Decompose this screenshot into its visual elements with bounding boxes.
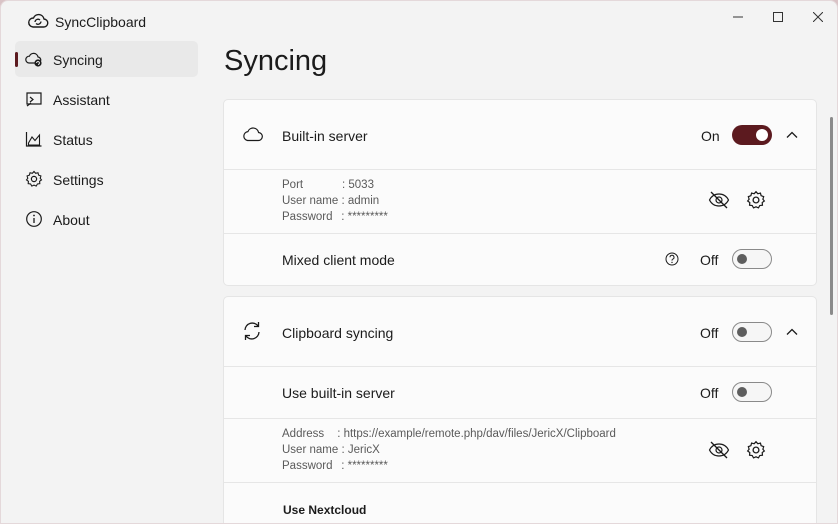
app-window: SyncClipboard Syncing Assistant Status S…	[0, 0, 838, 524]
eye-hidden-icon	[708, 441, 730, 459]
close-icon	[813, 12, 823, 22]
chevron-up-icon[interactable]	[784, 127, 800, 143]
clipboard-syncing-toggle[interactable]	[732, 322, 772, 342]
password-key: Password	[282, 211, 333, 223]
sidebar-item-label: Syncing	[53, 52, 103, 68]
gear-icon	[746, 190, 766, 209]
port-line: Port: 5033	[282, 179, 374, 191]
title-bar[interactable]: SyncClipboard	[1, 1, 837, 41]
username-line: User name : admin	[282, 195, 379, 207]
sidebar-item-settings[interactable]: Settings	[15, 161, 198, 197]
use-builtin-server-state: Off	[700, 385, 719, 401]
sidebar-item-status[interactable]: Status	[15, 121, 198, 157]
toggle-password-visibility-button[interactable]	[706, 187, 732, 213]
clipboard-syncing-label: Clipboard syncing	[282, 325, 394, 341]
address-sep: :	[334, 428, 344, 440]
mixed-client-toggle[interactable]	[732, 249, 772, 269]
address-key: Address	[282, 428, 325, 440]
clipboard-syncing-state: Off	[700, 325, 719, 341]
address-value: https://example/remote.php/dav/files/Jer…	[343, 428, 616, 440]
password-value: *********	[347, 211, 388, 223]
mixed-client-row: Mixed client mode Off	[224, 234, 816, 285]
cloud-icon	[243, 127, 263, 142]
use-nextcloud-row[interactable]: Use Nextcloud	[224, 483, 816, 523]
builtin-server-state: On	[701, 128, 720, 144]
remote-password-key: Password	[282, 460, 333, 472]
sidebar-item-about[interactable]: About	[15, 201, 198, 237]
chevron-up-icon[interactable]	[784, 324, 800, 340]
password-line: Password : *********	[282, 211, 388, 223]
toggle-remote-password-visibility-button[interactable]	[706, 437, 732, 463]
window-title: SyncClipboard	[55, 14, 147, 30]
active-indicator	[15, 52, 18, 67]
close-button[interactable]	[798, 1, 837, 33]
toggle-knob	[737, 254, 747, 264]
remote-username-key: User name	[282, 444, 339, 456]
remote-password-value: *********	[347, 460, 388, 472]
password-sep: :	[338, 211, 348, 223]
info-icon	[26, 211, 42, 227]
username-sep: :	[338, 195, 348, 207]
builtin-server-info: Port: 5033 User name : admin Password : …	[224, 170, 816, 233]
server-settings-button[interactable]	[743, 187, 769, 213]
refresh-icon	[244, 322, 260, 340]
sidebar-item-label: Status	[53, 132, 93, 148]
vertical-scrollbar[interactable]	[830, 117, 833, 315]
use-builtin-server-label: Use built-in server	[282, 385, 395, 401]
gear-icon	[25, 170, 43, 187]
builtin-server-card: Built-in server On Port: 5033 User name …	[223, 99, 817, 286]
cloud-sync-icon	[25, 52, 42, 67]
toggle-knob	[737, 387, 747, 397]
gear-icon	[746, 440, 766, 459]
use-builtin-server-toggle[interactable]	[732, 382, 772, 402]
remote-server-settings-button[interactable]	[743, 437, 769, 463]
address-line: Address : https://example/remote.php/dav…	[282, 428, 616, 440]
toggle-knob	[737, 327, 747, 337]
page-title: Syncing	[224, 45, 328, 77]
sidebar-item-label: Settings	[53, 172, 104, 188]
toggle-knob	[756, 129, 768, 141]
app-logo-icon	[28, 13, 49, 28]
minimize-icon	[733, 16, 743, 18]
remote-password-sep: :	[338, 460, 348, 472]
status-chart-icon	[25, 132, 42, 147]
clipboard-syncing-header[interactable]: Clipboard syncing Off	[224, 297, 816, 366]
remote-username-sep: :	[338, 444, 348, 456]
mixed-client-state: Off	[700, 252, 719, 268]
username-key: User name	[282, 195, 339, 207]
remote-username-value: JericX	[347, 444, 380, 456]
username-value: admin	[347, 195, 380, 207]
mixed-client-label: Mixed client mode	[282, 252, 395, 268]
maximize-icon	[773, 12, 783, 22]
port-key: Port	[282, 179, 304, 191]
remote-username-line: User name : JericX	[282, 444, 380, 456]
remote-password-line: Password : *********	[282, 460, 388, 472]
builtin-server-header[interactable]: Built-in server On	[224, 100, 816, 169]
sidebar-item-syncing[interactable]: Syncing	[15, 41, 198, 77]
builtin-server-label: Built-in server	[282, 128, 368, 144]
remote-server-info: Address : https://example/remote.php/dav…	[224, 419, 816, 482]
assistant-icon	[26, 92, 42, 107]
builtin-server-toggle[interactable]	[732, 125, 772, 145]
clipboard-syncing-card: Clipboard syncing Off Use built-in serve…	[223, 296, 817, 523]
sidebar-item-assistant[interactable]: Assistant	[15, 81, 198, 117]
use-nextcloud-label: Use Nextcloud	[283, 503, 367, 517]
sidebar-item-label: Assistant	[53, 92, 110, 108]
sidebar-item-label: About	[53, 212, 90, 228]
port-value: 5033	[348, 179, 374, 191]
help-circle-icon[interactable]	[665, 252, 679, 266]
maximize-button[interactable]	[758, 1, 798, 33]
use-builtin-server-row: Use built-in server Off	[224, 367, 816, 418]
eye-hidden-icon	[708, 191, 730, 209]
minimize-button[interactable]	[718, 1, 758, 33]
